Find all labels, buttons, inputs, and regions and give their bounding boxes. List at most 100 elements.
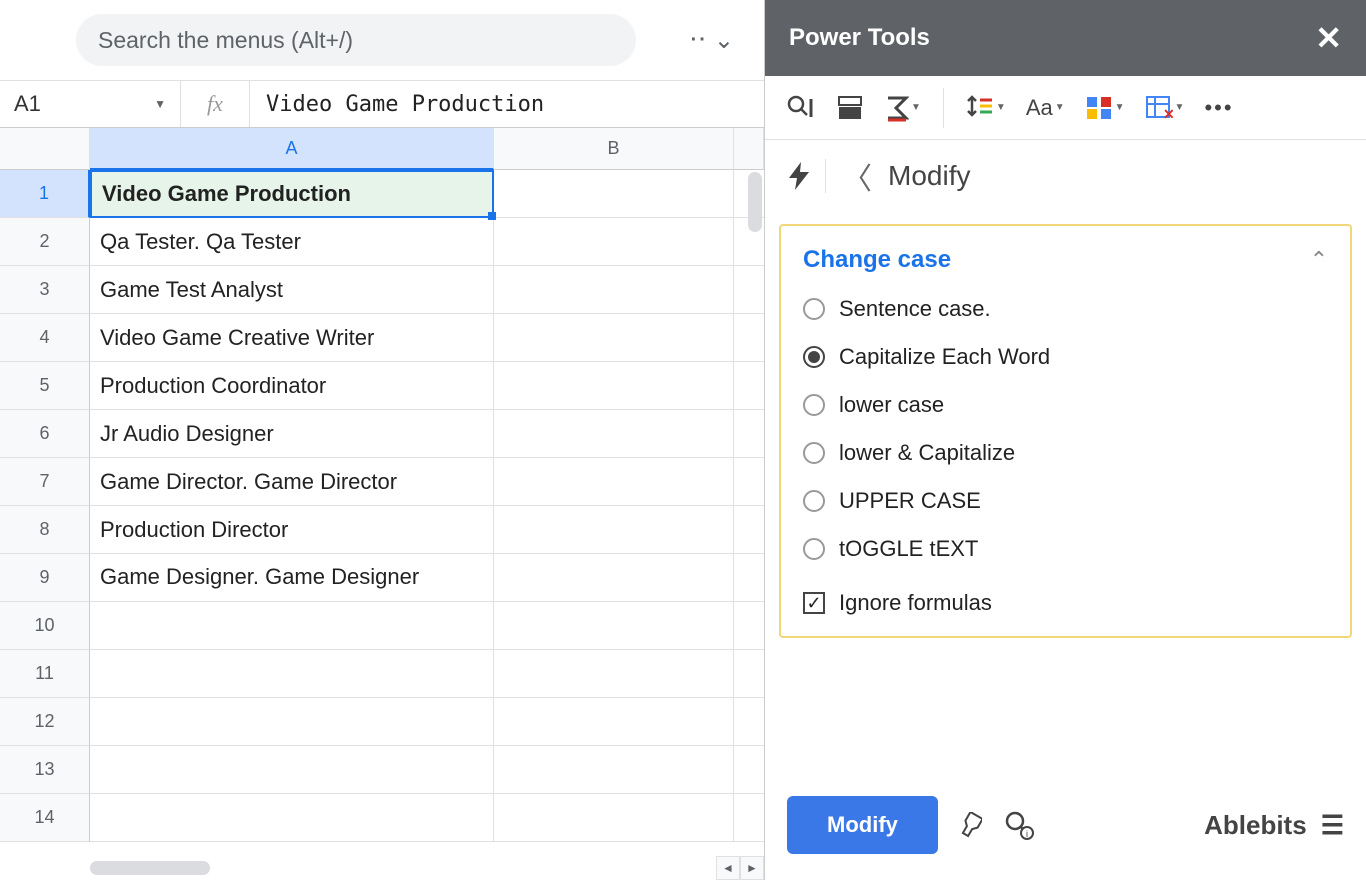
cell[interactable]: Video Game Creative Writer — [90, 314, 494, 362]
case-option[interactable]: lower & Capitalize — [803, 440, 1328, 466]
cell[interactable] — [494, 650, 734, 698]
case-option[interactable]: Capitalize Each Word — [803, 344, 1328, 370]
case-option[interactable]: UPPER CASE — [803, 488, 1328, 514]
cell[interactable] — [90, 746, 494, 794]
cell[interactable] — [494, 458, 734, 506]
row-header[interactable]: 4 — [0, 314, 90, 362]
vertical-scrollbar[interactable] — [746, 170, 764, 850]
cell[interactable] — [494, 554, 734, 602]
menu-search-input[interactable]: Search the menus (Alt+/) — [76, 14, 636, 66]
tool-fill-icon[interactable] — [831, 89, 869, 127]
tool-clear-icon[interactable]: ✕ ▼ — [1141, 91, 1189, 125]
tool-split-icon[interactable]: ▼ — [1081, 91, 1129, 125]
option-label: UPPER CASE — [839, 488, 981, 514]
cell[interactable] — [90, 650, 494, 698]
fx-icon[interactable]: fx — [180, 81, 250, 127]
scroll-left-button[interactable]: ◄ — [716, 856, 740, 880]
toolbar-overflow[interactable]: ·· ⌄ — [691, 26, 734, 55]
modify-button[interactable]: Modify — [787, 796, 938, 854]
row-header[interactable]: 11 — [0, 650, 90, 698]
cell[interactable] — [494, 794, 734, 842]
ignore-formulas-checkbox[interactable]: ✓ Ignore formulas — [803, 590, 1328, 616]
tool-sort-icon[interactable]: ▼ — [962, 89, 1010, 127]
cell[interactable]: Video Game Production — [90, 170, 494, 218]
select-all-cell[interactable] — [0, 128, 90, 170]
row-header[interactable]: 14 — [0, 794, 90, 842]
cell[interactable] — [494, 362, 734, 410]
grid-area: AB 1Video Game Production2Qa Tester. Qa T… — [0, 128, 764, 880]
tool-text-icon[interactable]: Aa ▼ — [1022, 91, 1069, 125]
sidebar-breadcrumb: 〈 Modify — [765, 140, 1366, 212]
menu-icon[interactable]: ☰ — [1321, 810, 1344, 841]
radio-icon — [803, 490, 825, 512]
case-option[interactable]: lower case — [803, 392, 1328, 418]
cell[interactable] — [90, 602, 494, 650]
panel-header[interactable]: Change case ⌃ — [803, 246, 1328, 274]
scroll-thumb[interactable] — [748, 172, 762, 232]
tool-sigma-icon[interactable]: ▼ — [881, 89, 925, 127]
cell[interactable]: Production Director — [90, 506, 494, 554]
case-options-list: Sentence case. Capitalize Each Word lower … — [803, 296, 1328, 562]
cell[interactable] — [494, 698, 734, 746]
cell[interactable]: Qa Tester. Qa Tester — [90, 218, 494, 266]
scroll-right-button[interactable]: ► — [740, 856, 764, 880]
row-header[interactable]: 10 — [0, 602, 90, 650]
formula-input[interactable]: Video Game Production — [250, 92, 764, 117]
cell[interactable]: Production Coordinator — [90, 362, 494, 410]
cell[interactable] — [90, 698, 494, 746]
row-header[interactable]: 8 — [0, 506, 90, 554]
row-header[interactable]: 6 — [0, 410, 90, 458]
cell[interactable] — [494, 746, 734, 794]
cell[interactable]: Game Test Analyst — [90, 266, 494, 314]
bolt-icon[interactable] — [789, 162, 809, 190]
column-header-b[interactable]: B — [494, 128, 734, 170]
option-label: Capitalize Each Word — [839, 344, 1050, 370]
cell[interactable] — [494, 266, 734, 314]
close-icon[interactable]: ✕ — [1315, 19, 1342, 57]
name-box[interactable]: A1 ▼ — [0, 91, 180, 117]
radio-icon — [803, 442, 825, 464]
radio-icon — [803, 538, 825, 560]
row-header[interactable]: 5 — [0, 362, 90, 410]
svg-text:i: i — [1026, 829, 1028, 839]
chevron-down-icon: ⌄ — [714, 26, 734, 55]
case-option[interactable]: tOGGLE tEXT — [803, 536, 1328, 562]
search-placeholder: Search the menus (Alt+/) — [98, 27, 353, 54]
chevron-up-icon: ⌃ — [1310, 247, 1328, 273]
row-header[interactable]: 1 — [0, 170, 90, 218]
row-header[interactable]: 2 — [0, 218, 90, 266]
dropdown-icon: ▼ — [1055, 102, 1065, 113]
hscroll-thumb[interactable] — [90, 861, 210, 875]
checkbox-icon: ✓ — [803, 592, 825, 614]
case-option[interactable]: Sentence case. — [803, 296, 1328, 322]
cell[interactable] — [494, 506, 734, 554]
spreadsheet-grid[interactable]: AB 1Video Game Production2Qa Tester. Qa T… — [0, 128, 764, 842]
svg-text:✕: ✕ — [1163, 106, 1173, 121]
row-header[interactable]: 3 — [0, 266, 90, 314]
cell[interactable] — [494, 314, 734, 362]
tool-lookup-icon[interactable] — [781, 89, 819, 127]
spreadsheet-pane: Search the menus (Alt+/) ·· ⌄ A1 ▼ fx Vi… — [0, 0, 764, 880]
name-box-value: A1 — [14, 91, 41, 117]
cell[interactable] — [494, 602, 734, 650]
row-header[interactable]: 13 — [0, 746, 90, 794]
back-icon[interactable]: 〈 — [842, 154, 872, 198]
row-header[interactable]: 7 — [0, 458, 90, 506]
row-header[interactable]: 12 — [0, 698, 90, 746]
cell[interactable]: Game Designer. Game Designer — [90, 554, 494, 602]
column-header-a[interactable]: A — [90, 128, 494, 170]
sidebar-footer: Modify i Ablebits ☰ — [765, 778, 1366, 880]
dropdown-icon: ▼ — [154, 97, 166, 111]
cell[interactable] — [494, 218, 734, 266]
option-label: lower case — [839, 392, 944, 418]
dropdown-icon: ▼ — [996, 102, 1006, 113]
cell[interactable]: Jr Audio Designer — [90, 410, 494, 458]
tool-more-icon[interactable]: ••• — [1200, 91, 1237, 125]
cell[interactable]: Game Director. Game Director — [90, 458, 494, 506]
row-header[interactable]: 9 — [0, 554, 90, 602]
cell[interactable] — [90, 794, 494, 842]
info-icon[interactable]: i — [1004, 810, 1034, 840]
cell[interactable] — [494, 170, 734, 218]
pin-icon[interactable] — [960, 812, 982, 838]
cell[interactable] — [494, 410, 734, 458]
